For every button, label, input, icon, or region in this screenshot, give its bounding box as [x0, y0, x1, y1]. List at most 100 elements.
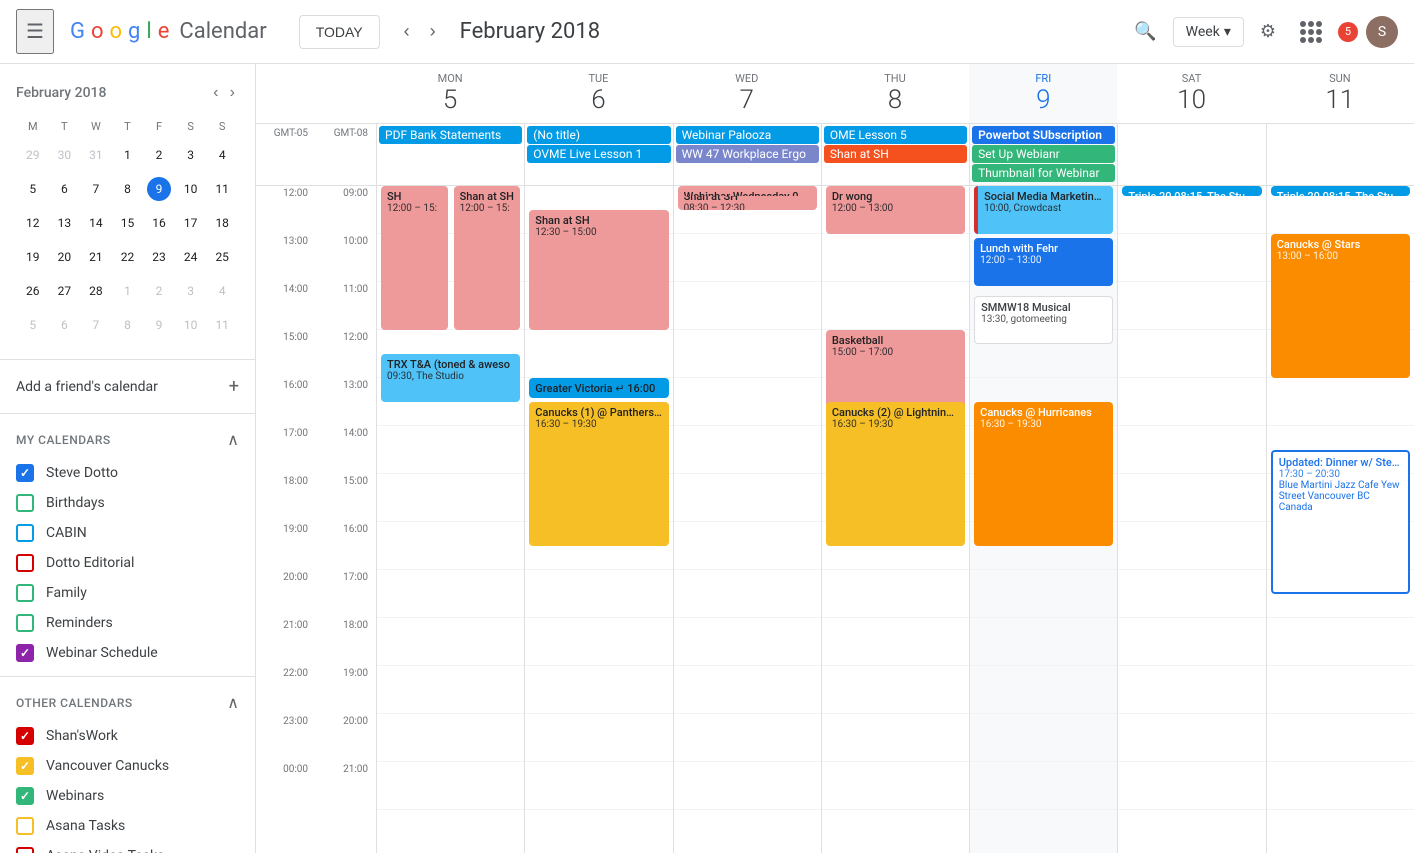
mini-cal-next[interactable]: ›: [226, 80, 239, 106]
all-day-event-shan-sh-thu[interactable]: Shan at SH: [824, 145, 967, 163]
event-triple20-sun[interactable]: Triple 20 08:15, The Studio: [1271, 186, 1410, 196]
calendar-item-asana-tasks[interactable]: Asana Tasks: [0, 811, 255, 841]
mini-cal-day[interactable]: 2: [144, 139, 174, 171]
cal-checkbox-family[interactable]: [16, 584, 34, 602]
event-dr-wong[interactable]: Dr wong 12:00 – 13:00: [826, 186, 965, 234]
calendar-item-cabin[interactable]: CABIN: [0, 518, 255, 548]
all-day-event-ome[interactable]: OME Lesson 5: [824, 126, 967, 144]
today-button[interactable]: TODAY: [299, 15, 380, 49]
mini-cal-day[interactable]: 11: [207, 309, 237, 341]
calendar-item-family[interactable]: Family: [0, 578, 255, 608]
cal-checkbox-asana-video-tasks[interactable]: [16, 847, 34, 853]
mini-cal-day[interactable]: 1: [113, 139, 143, 171]
mini-cal-day[interactable]: 11: [207, 173, 237, 205]
calendar-item-shans-work[interactable]: Shan'sWork: [0, 721, 255, 751]
mini-cal-day[interactable]: 8: [113, 309, 143, 341]
all-day-event-ww47[interactable]: WW 47 Workplace Ergo: [676, 145, 819, 163]
mini-cal-day[interactable]: 23: [144, 241, 174, 273]
mini-cal-day[interactable]: 18: [207, 207, 237, 239]
all-day-event-no-title[interactable]: (No title): [527, 126, 670, 144]
cal-checkbox-asana-tasks[interactable]: [16, 817, 34, 835]
mini-cal-day[interactable]: 2: [144, 275, 174, 307]
mini-cal-day[interactable]: 16: [144, 207, 174, 239]
cal-checkbox-cabin[interactable]: [16, 524, 34, 542]
calendar-item-vancouver-canucks[interactable]: Vancouver Canucks: [0, 751, 255, 781]
mini-cal-day[interactable]: 12: [18, 207, 48, 239]
mini-cal-day[interactable]: 21: [81, 241, 111, 273]
mini-cal-day-today[interactable]: 9: [144, 173, 174, 205]
mini-cal-day[interactable]: 25: [207, 241, 237, 273]
mini-cal-day[interactable]: 8: [113, 173, 143, 205]
prev-button[interactable]: ‹: [396, 15, 418, 48]
cal-checkbox-birthdays[interactable]: [16, 494, 34, 512]
my-calendars-collapse[interactable]: ∧: [227, 430, 239, 450]
day-header-tue[interactable]: Tue 6: [524, 64, 672, 123]
day-header-wed[interactable]: Wed 7: [673, 64, 821, 123]
mini-cal-prev[interactable]: ‹: [209, 80, 222, 106]
cal-checkbox-vancouver-canucks[interactable]: [16, 757, 34, 775]
event-canucks-hurricanes[interactable]: Canucks @ Hurricanes 16:30 – 19:30: [974, 402, 1113, 546]
mini-cal-day[interactable]: 3: [176, 139, 206, 171]
next-button[interactable]: ›: [422, 15, 444, 48]
mini-cal-day[interactable]: 4: [207, 139, 237, 171]
event-webinar-wednesday[interactable]: Webinbar Wednesday 09:30 – 11:00: [678, 186, 817, 196]
mini-cal-day[interactable]: 4: [207, 275, 237, 307]
mini-cal-day[interactable]: 1: [113, 275, 143, 307]
mini-cal-day[interactable]: 7: [81, 173, 111, 205]
notification-badge[interactable]: 5: [1338, 22, 1358, 42]
other-calendars-collapse[interactable]: ∧: [227, 693, 239, 713]
calendar-item-webinars[interactable]: Webinars: [0, 781, 255, 811]
mini-cal-day[interactable]: 3: [176, 275, 206, 307]
mini-cal-day[interactable]: 19: [18, 241, 48, 273]
event-sh-mon[interactable]: SH 12:00 – 15:: [381, 186, 448, 330]
mini-cal-day[interactable]: 31: [81, 139, 111, 171]
mini-cal-day[interactable]: 6: [50, 309, 80, 341]
cal-checkbox-webinars[interactable]: [16, 787, 34, 805]
event-shan-sh-mon[interactable]: Shan at SH 12:00 – 15:: [454, 186, 521, 330]
settings-button[interactable]: ⚙: [1252, 13, 1284, 50]
event-canucks-panthers[interactable]: Canucks (1) @ Panthers (3) 16:30 – 19:30: [529, 402, 668, 546]
mini-cal-day[interactable]: 6: [50, 173, 80, 205]
cal-checkbox-dotto-editorial[interactable]: [16, 554, 34, 572]
mini-cal-day[interactable]: 17: [176, 207, 206, 239]
mini-cal-day[interactable]: 30: [50, 139, 80, 171]
calendar-item-steve-dotto[interactable]: Steve Dotto: [0, 458, 255, 488]
event-lunch-fehr[interactable]: Lunch with Fehr 12:00 – 13:00: [974, 238, 1113, 286]
cal-checkbox-shans-work[interactable]: [16, 727, 34, 745]
mini-cal-day[interactable]: 29: [18, 139, 48, 171]
event-canucks-lightning[interactable]: Canucks (2) @ Lightning (5) 16:30 – 19:3…: [826, 402, 965, 546]
event-greater-victoria[interactable]: Greater Victoria ↵ 16:00: [529, 378, 668, 398]
mini-cal-day[interactable]: 20: [50, 241, 80, 273]
avatar[interactable]: S: [1366, 16, 1398, 48]
mini-cal-day[interactable]: 7: [81, 309, 111, 341]
calendar-item-reminders[interactable]: Reminders: [0, 608, 255, 638]
search-button[interactable]: 🔍: [1126, 13, 1164, 50]
event-social-media[interactable]: Social Media Marketing * 10:00, Crowdcas…: [974, 186, 1113, 234]
day-header-mon[interactable]: Mon 5: [376, 64, 524, 123]
day-header-sat[interactable]: Sat 10: [1117, 64, 1265, 123]
cal-checkbox-webinar-schedule[interactable]: [16, 644, 34, 662]
event-smmw18[interactable]: SMMW18 Musical 13:30, gotomeeting: [974, 296, 1113, 344]
event-canucks-stars[interactable]: Canucks @ Stars 13:00 – 16:00: [1271, 234, 1410, 378]
calendar-item-birthdays[interactable]: Birthdays: [0, 488, 255, 518]
mini-cal-day[interactable]: 14: [81, 207, 111, 239]
mini-cal-day[interactable]: 5: [18, 309, 48, 341]
add-friends[interactable]: Add a friend's calendar +: [0, 368, 255, 405]
all-day-event-pdf[interactable]: PDF Bank Statements: [379, 126, 522, 144]
event-shan-sh-tue[interactable]: Shan at SH 12:30 – 15:00: [529, 210, 668, 330]
day-header-fri[interactable]: Fri 9: [969, 64, 1117, 123]
mini-cal-day[interactable]: 10: [176, 309, 206, 341]
cal-checkbox-reminders[interactable]: [16, 614, 34, 632]
calendar-item-asana-video-tasks[interactable]: Asana Video Tasks: [0, 841, 255, 853]
mini-cal-day[interactable]: 26: [18, 275, 48, 307]
event-triple20-sat[interactable]: Triple 20 08:15, The Studio: [1122, 186, 1261, 196]
calendar-item-webinar-schedule[interactable]: Webinar Schedule: [0, 638, 255, 668]
all-day-event-thumbnail[interactable]: Thumbnail for Webinar: [972, 164, 1115, 182]
day-header-sun[interactable]: Sun 11: [1266, 64, 1414, 123]
mini-cal-day[interactable]: 13: [50, 207, 80, 239]
mini-cal-day[interactable]: 5: [18, 173, 48, 205]
mini-cal-day[interactable]: 28: [81, 275, 111, 307]
all-day-event-webinar-palooza[interactable]: Webinar Palooza: [676, 126, 819, 144]
grid-button[interactable]: [1292, 13, 1330, 51]
calendar-item-dotto-editorial[interactable]: Dotto Editorial: [0, 548, 255, 578]
